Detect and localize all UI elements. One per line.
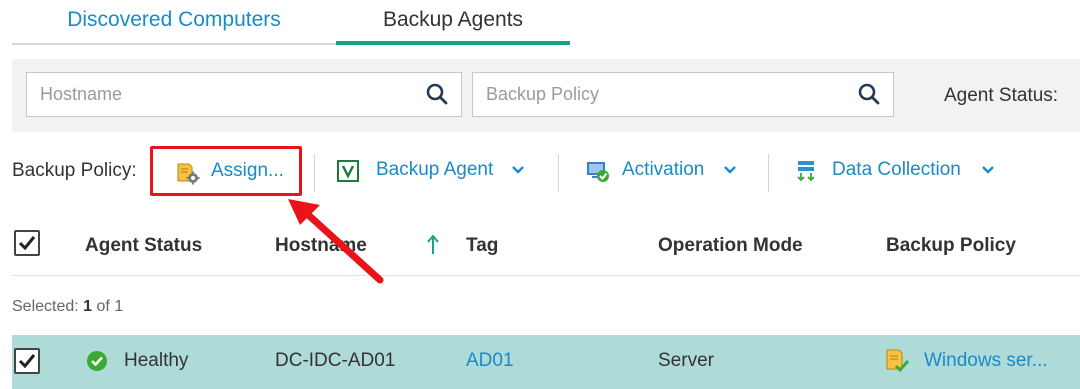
- tab-backup-agents[interactable]: Backup Agents: [336, 0, 570, 46]
- chevron-down-icon: [724, 166, 736, 174]
- assign-button-label: Assign...: [211, 160, 284, 181]
- backup-policy-search-box: [472, 72, 894, 117]
- column-header-backup-policy[interactable]: Backup Policy: [886, 235, 1016, 257]
- selected-label: Selected:: [12, 298, 79, 315]
- tab-underline: [12, 43, 336, 45]
- checkmark-icon: [18, 354, 36, 369]
- agent-status-filter-label: Agent Status:: [944, 85, 1059, 106]
- table-row[interactable]: Healthy DC-IDC-AD01 AD01 Server Windows …: [12, 335, 1080, 389]
- column-header-tag[interactable]: Tag: [466, 235, 498, 257]
- table-header: Agent Status Hostname Tag Operation Mode…: [12, 216, 1080, 276]
- toolbar-divider: [768, 154, 769, 192]
- selected-total: of 1: [96, 298, 124, 315]
- cell-tag-link[interactable]: AD01: [466, 350, 514, 372]
- cell-hostname: DC-IDC-AD01: [275, 350, 396, 371]
- filter-bar: Agent Status:: [12, 59, 1080, 132]
- data-collection-icon: [797, 161, 815, 182]
- backup-policy-label: Backup Policy:: [12, 160, 137, 181]
- search-icon[interactable]: [857, 82, 881, 106]
- data-collection-menu-button[interactable]: Data Collection: [794, 146, 1004, 196]
- cell-agent-status: Healthy: [124, 350, 189, 371]
- hostname-search-box: [26, 72, 462, 117]
- backup-agent-label: Backup Agent: [376, 159, 494, 180]
- sort-ascending-icon[interactable]: [426, 234, 440, 256]
- toolbar-divider: [314, 154, 315, 192]
- chevron-down-icon: [982, 166, 994, 174]
- assign-policy-button[interactable]: Assign...: [150, 146, 302, 196]
- tab-bar: Discovered Computers Backup Agents: [12, 0, 570, 46]
- tab-discovered-computers[interactable]: Discovered Computers: [12, 0, 336, 46]
- active-tab-indicator: [336, 41, 570, 45]
- row-checkbox[interactable]: [14, 348, 40, 374]
- activation-menu-button[interactable]: Activation: [586, 146, 746, 196]
- checkmark-icon: [18, 236, 36, 251]
- cell-backup-policy-link[interactable]: Windows ser...: [924, 350, 1048, 372]
- backup-policy-search-input[interactable]: [473, 73, 893, 116]
- backup-policy-icon: [886, 349, 910, 373]
- column-header-hostname[interactable]: Hostname: [275, 235, 367, 257]
- selected-count: 1: [83, 298, 93, 315]
- data-collection-label: Data Collection: [832, 159, 961, 180]
- selection-summary: Selected: 1 of 1: [12, 298, 123, 316]
- column-header-operation-mode[interactable]: Operation Mode: [658, 235, 803, 257]
- hostname-search-input[interactable]: [27, 73, 461, 116]
- healthy-status-icon: [87, 351, 107, 371]
- select-all-checkbox[interactable]: [14, 230, 40, 256]
- chevron-down-icon: [512, 166, 524, 174]
- column-header-agent-status[interactable]: Agent Status: [85, 235, 202, 257]
- backup-agent-menu-button[interactable]: Backup Agent: [336, 146, 536, 196]
- cell-operation-mode: Server: [658, 350, 714, 371]
- activation-icon: [587, 162, 609, 182]
- activation-label: Activation: [622, 159, 705, 180]
- backup-agent-icon: [337, 160, 359, 182]
- policy-gear-icon: [177, 163, 200, 185]
- toolbar: Backup Policy: Assign... Backup Agent Ac…: [12, 146, 1080, 198]
- search-icon[interactable]: [425, 82, 449, 106]
- toolbar-divider: [558, 154, 559, 192]
